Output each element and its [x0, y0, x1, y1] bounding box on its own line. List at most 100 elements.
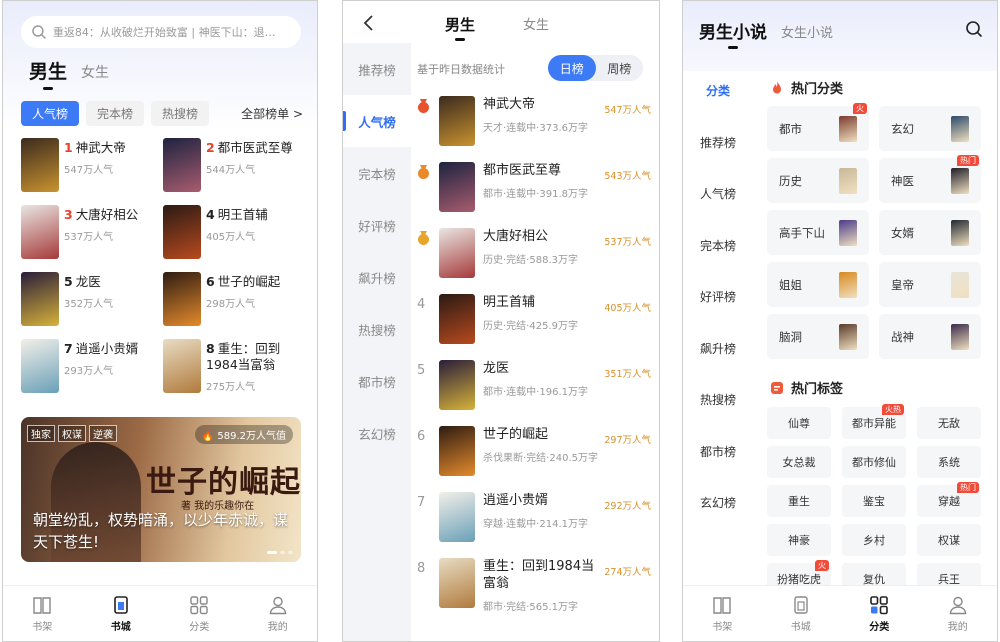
sidebar-item-rank[interactable]: 推荐榜: [343, 43, 411, 95]
category-label: 脑洞: [779, 329, 802, 344]
tag-chip[interactable]: 鉴宝: [842, 485, 906, 517]
sidebar-item[interactable]: 分类: [683, 65, 753, 117]
book-title: 逍遥小贵婿: [483, 493, 549, 508]
category-sidebar: 分类 推荐榜 人气榜 完本榜 好评榜 飙升榜 热搜榜 都市榜 玄幻榜: [683, 65, 753, 595]
tab-profile[interactable]: 我的: [919, 586, 998, 641]
tab-category[interactable]: 分类: [160, 586, 239, 641]
tab-male[interactable]: 男生: [445, 14, 475, 41]
book-item[interactable]: 8 重生：回到1984当富翁 275万人气: [163, 339, 305, 393]
tag-chip[interactable]: 都市修仙: [842, 446, 906, 478]
category-card[interactable]: 神医 热门: [879, 155, 981, 203]
sidebar-item[interactable]: 人气榜: [683, 168, 753, 220]
category-thumbnail: [951, 323, 969, 350]
ranking-row[interactable]: 大唐好相公 历史·完结·588.3万字 537万人气: [417, 228, 653, 294]
search-icon[interactable]: [965, 20, 983, 38]
category-card[interactable]: 脑洞: [767, 314, 869, 359]
sidebar-item[interactable]: 飙升榜: [683, 323, 753, 375]
tab-completed-rank[interactable]: 完本榜: [86, 101, 145, 126]
sidebar-item[interactable]: 完本榜: [683, 220, 753, 272]
tag-label: 重生: [788, 495, 810, 508]
ranking-row[interactable]: 5 龙医 都市·连载中·196.1万字 351万人气: [417, 360, 653, 426]
category-card[interactable]: 玄幻: [879, 106, 981, 151]
tag-chip[interactable]: 无敌: [917, 407, 981, 439]
promo-banner[interactable]: 独家 权谋 逆袭 🔥 589.2万人气值 世子的崛起 著 我的乐趣你在 朝堂纷乱…: [21, 417, 301, 562]
back-arrow-icon[interactable]: [361, 13, 377, 33]
sidebar-item[interactable]: 热搜榜: [683, 374, 753, 426]
tag-chip[interactable]: 都市异能 火热: [842, 404, 906, 439]
book-info: 2 都市医武至尊 544万人气: [206, 138, 301, 192]
tab-bookshelf[interactable]: 书架: [3, 586, 82, 641]
sidebar-item[interactable]: 好评榜: [683, 271, 753, 323]
ranking-row[interactable]: 7 逍遥小贵婿 穿越·连载中·214.1万字 292万人气: [417, 492, 653, 558]
ranking-row[interactable]: 8 重生：回到1984当富翁 都市·完结·565.1万字 274万人气: [417, 558, 653, 624]
tab-bookstore[interactable]: 书城: [762, 586, 841, 641]
tab-bookshelf[interactable]: 书架: [683, 586, 762, 641]
category-card[interactable]: 高手下山: [767, 210, 869, 255]
all-ranks-link[interactable]: 全部榜单 >: [241, 105, 303, 122]
book-title: 龙医: [75, 274, 101, 289]
tag-chip[interactable]: 系统: [917, 446, 981, 478]
book-popularity: 274万人气: [604, 567, 651, 578]
book-title: 都市医武至尊: [217, 140, 293, 155]
medal-icon: [418, 231, 429, 245]
ranking-row[interactable]: 都市医武至尊 都市·连载中·391.8万字 543万人气: [417, 162, 653, 228]
tag-chip[interactable]: 乡村: [842, 524, 906, 556]
tab-profile[interactable]: 我的: [239, 586, 318, 641]
daily-rank-button[interactable]: 日榜: [548, 55, 596, 81]
ranking-row[interactable]: 6 世子的崛起 杀伐果断·完结·240.5万字 297万人气: [417, 426, 653, 492]
tag-label: 鉴宝: [863, 495, 885, 508]
tag-chip[interactable]: 神豪: [767, 524, 831, 556]
tab-category[interactable]: 分类: [840, 586, 919, 641]
book-item[interactable]: 3 大唐好相公 537万人气: [21, 205, 163, 259]
book-title: 龙医: [483, 361, 510, 376]
weekly-rank-button[interactable]: 周榜: [596, 55, 644, 81]
tag-chip[interactable]: 仙尊: [767, 407, 831, 439]
tab-male[interactable]: 男生: [29, 57, 67, 90]
category-thumbnail: [839, 167, 857, 194]
tag-chip[interactable]: 女总裁: [767, 446, 831, 478]
book-title: 都市医武至尊: [483, 163, 562, 178]
book-item[interactable]: 6 世子的崛起 298万人气: [163, 272, 305, 326]
category-card[interactable]: 历史: [767, 158, 869, 203]
tag-label: 神豪: [788, 534, 810, 547]
tab-male-novels[interactable]: 男生小说: [699, 18, 767, 49]
hot-tags-title: 热门标签: [791, 382, 844, 397]
sidebar-item-rank[interactable]: 都市榜: [343, 355, 411, 407]
category-card[interactable]: 都市 火: [767, 103, 869, 151]
tag-chip[interactable]: 权谋: [917, 524, 981, 556]
tab-bookstore[interactable]: 书城: [82, 586, 161, 641]
sidebar-item[interactable]: 玄幻榜: [683, 477, 753, 529]
sidebar-item-rank[interactable]: 好评榜: [343, 199, 411, 251]
search-input[interactable]: 重返84：从收破烂开始致富 | 神医下山：退…: [21, 16, 301, 48]
ranking-row[interactable]: 神武大帝 天才·连载中·373.6万字 547万人气: [417, 96, 653, 162]
book-item[interactable]: 5 龙医 352万人气: [21, 272, 163, 326]
sidebar-item-rank[interactable]: 人气榜: [343, 95, 411, 147]
book-popularity: 547万人气: [64, 165, 114, 176]
book-item[interactable]: 7 逍遥小贵婿 293万人气: [21, 339, 163, 393]
book-item[interactable]: 4 明王首辅 405万人气: [163, 205, 305, 259]
category-card[interactable]: 姐姐: [767, 262, 869, 307]
sidebar-item-rank[interactable]: 飙升榜: [343, 251, 411, 303]
tag-label: 乡村: [863, 534, 885, 547]
tag-chip[interactable]: 重生: [767, 485, 831, 517]
book-item[interactable]: 1 神武大帝 547万人气: [21, 138, 163, 192]
book-title: 逍遥小贵婿: [75, 341, 139, 356]
tab-female[interactable]: 女生: [523, 14, 549, 35]
sidebar-item[interactable]: 推荐榜: [683, 117, 753, 169]
sidebar-item-rank[interactable]: 完本榜: [343, 147, 411, 199]
category-card[interactable]: 皇帝: [879, 262, 981, 307]
book-item[interactable]: 2 都市医武至尊 544万人气: [163, 138, 305, 192]
sidebar-item-rank[interactable]: 玄幻榜: [343, 407, 411, 459]
tab-female[interactable]: 女生: [81, 62, 109, 84]
category-card[interactable]: 女婿: [879, 210, 981, 255]
tab-label: 书架: [32, 622, 53, 633]
sidebar-item-rank[interactable]: 热搜榜: [343, 303, 411, 355]
sidebar-item[interactable]: 都市榜: [683, 426, 753, 478]
tag-chip[interactable]: 穿越 热门: [917, 482, 981, 517]
category-card[interactable]: 战神: [879, 314, 981, 359]
book-title: 世子的崛起: [217, 274, 281, 289]
tab-female-novels[interactable]: 女生小说: [781, 22, 833, 43]
tab-popularity-rank[interactable]: 人气榜: [21, 101, 80, 126]
tab-hot-search-rank[interactable]: 热搜榜: [151, 101, 210, 126]
ranking-row[interactable]: 4 明王首辅 历史·完结·425.9万字 405万人气: [417, 294, 653, 360]
